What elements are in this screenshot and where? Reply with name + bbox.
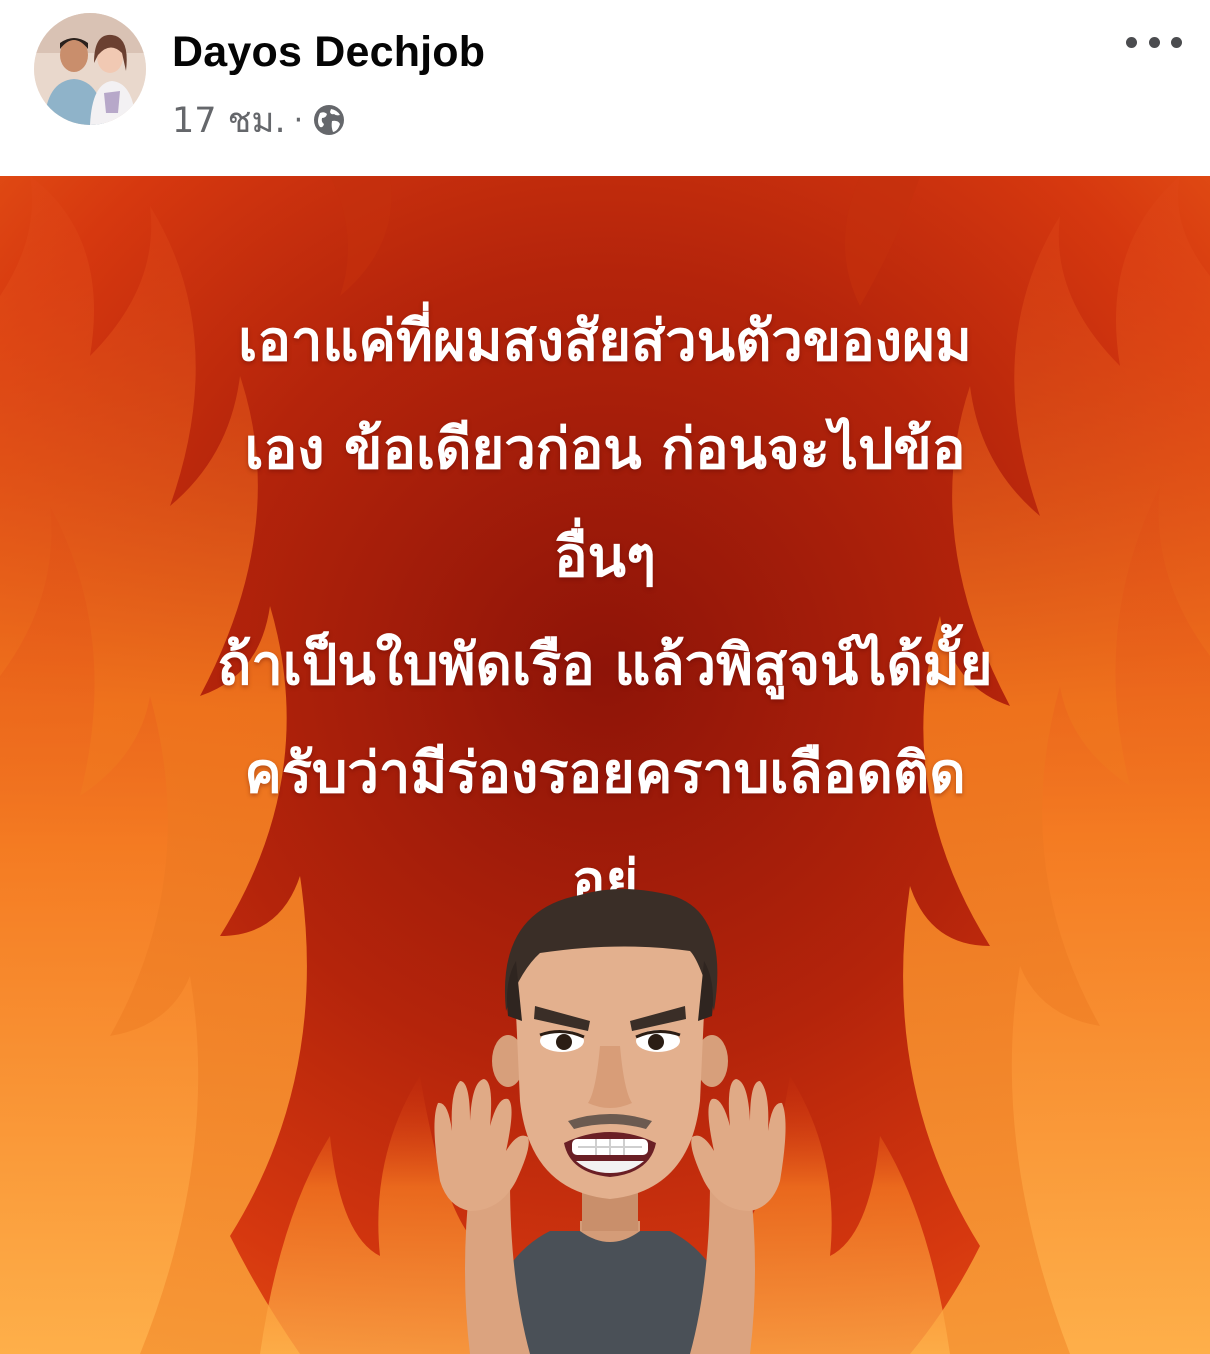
image-text-line: เอาแค่ที่ผมสงสัยส่วนตัวของผม	[238, 309, 972, 374]
globe-icon[interactable]	[312, 103, 346, 137]
more-horizontal-icon-dot	[1171, 36, 1182, 48]
more-horizontal-icon-dot	[1126, 36, 1137, 48]
post-image-text: เอาแค่ที่ผมสงสัยส่วนตัวของผม เอง ข้อเดีย…	[0, 288, 1210, 936]
meta-separator: ·	[293, 102, 304, 138]
image-text-line: เอง ข้อเดียวก่อน ก่อนจะไปข้อ	[244, 417, 966, 482]
more-horizontal-icon-dot	[1148, 36, 1160, 48]
more-options-button[interactable]	[1126, 26, 1182, 58]
post-image[interactable]: เอาแค่ที่ผมสงสัยส่วนตัวของผม เอง ข้อเดีย…	[0, 176, 1210, 1354]
avatar-photo	[34, 13, 146, 125]
facebook-post: Dayos Dechjob 17 ชม. · เอาแค่ที่ผมสงสัยส…	[0, 0, 1210, 1354]
image-text-line: ครับว่ามีร่องรอยคราบเลือดติด	[244, 741, 966, 806]
image-text-line: ถ้าเป็นใบพัดเรือ แล้วพิสูจน์ได้มั้ย	[217, 633, 993, 698]
author-name[interactable]: Dayos Dechjob	[172, 28, 485, 77]
image-text-line: อื่นๆ	[554, 525, 656, 590]
post-meta: 17 ชม. ·	[172, 97, 346, 143]
post-timestamp[interactable]: 17 ชม.	[172, 93, 286, 148]
author-avatar[interactable]	[34, 13, 146, 125]
post-header: Dayos Dechjob 17 ชม. ·	[0, 0, 1210, 176]
angry-avatar-character	[434, 889, 786, 1354]
